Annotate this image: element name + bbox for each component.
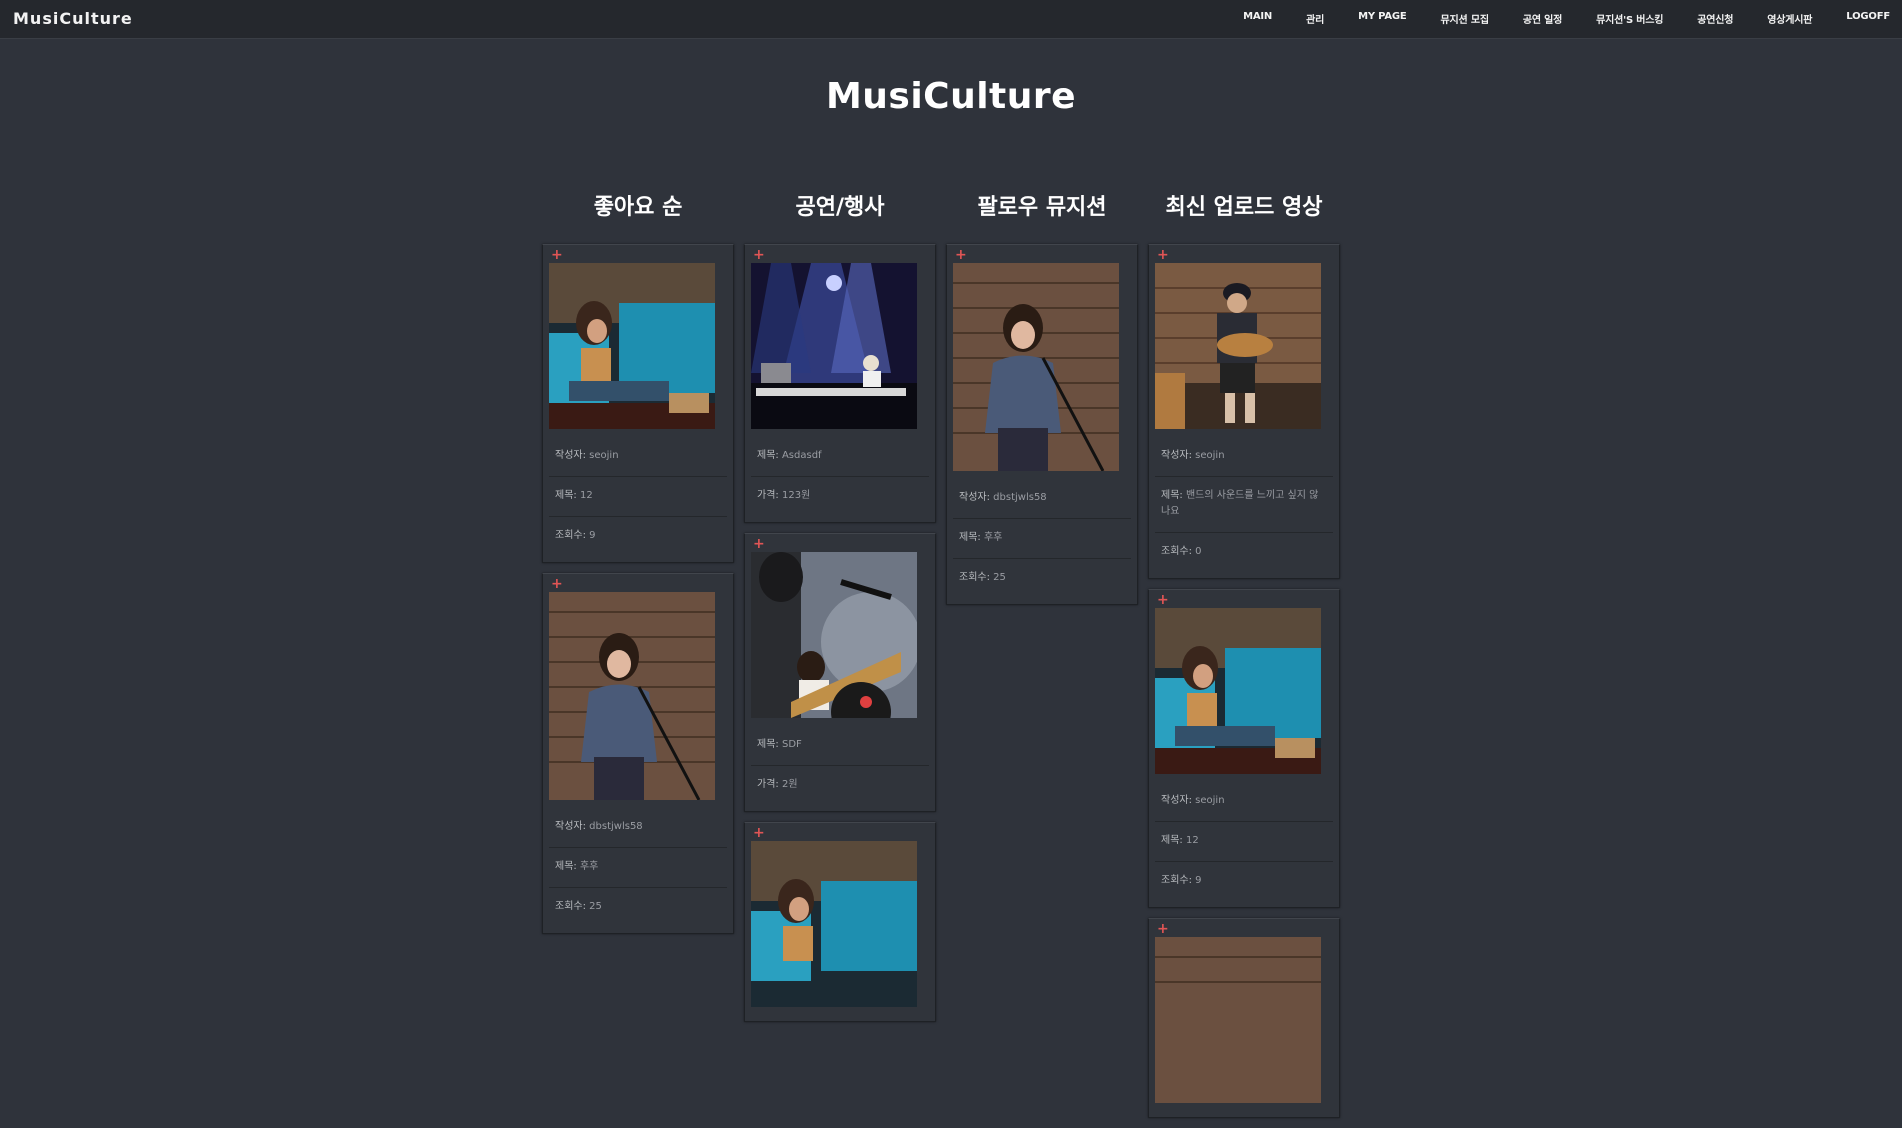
meta-author: 작성자: dbstjwls58 xyxy=(549,808,727,848)
meta-views: 조회수: 0 xyxy=(1161,546,1202,557)
meta-author: 작성자: seojin xyxy=(549,437,727,477)
meta-title: 제목: 12 xyxy=(1155,822,1333,862)
meta-title: 제목: 후후 xyxy=(953,519,1131,559)
column-followed-musicians: 팔로우 뮤지션 + 작성자: dbstjwls58 제목: 후후 조회수: 25 xyxy=(946,190,1138,615)
card[interactable]: + xyxy=(1148,918,1340,1118)
card[interactable]: + 작성자: dbstjwls58 제목: 후후 조회수: 25 xyxy=(542,573,734,934)
column-likes: 좋아요 순 + 작성자: seojin 제목: 12 조회수: 9 + 작성자:… xyxy=(542,190,734,944)
nav-busking[interactable]: 뮤지션'S 버스킹 xyxy=(1596,11,1663,26)
nav-links: MAIN 관리 MY PAGE 뮤지션 모집 공연 일정 뮤지션'S 버스킹 공… xyxy=(1243,11,1890,26)
meta-author: 작성자: seojin xyxy=(1155,437,1333,477)
meta-views: 조회수: 25 xyxy=(959,572,1006,583)
column-events: 공연/행사 + 제목: Asdasdf 가격: 123원 + 제목: SDF 가… xyxy=(744,190,936,1032)
plus-icon[interactable]: + xyxy=(751,826,929,840)
thumbnail-image[interactable] xyxy=(751,552,917,718)
card[interactable]: + 작성자: seojin 제목: 12 조회수: 9 xyxy=(542,244,734,563)
thumbnail-image[interactable] xyxy=(1155,263,1321,429)
meta-price: 가격: 2원 xyxy=(757,779,798,790)
top-nav: MusiCulture MAIN 관리 MY PAGE 뮤지션 모집 공연 일정… xyxy=(0,0,1902,39)
column-heading: 좋아요 순 xyxy=(593,195,683,220)
brand-logo[interactable]: MusiCulture xyxy=(13,9,133,28)
plus-icon[interactable]: + xyxy=(751,248,929,262)
meta-price: 가격: 123원 xyxy=(757,490,811,501)
card[interactable]: + 작성자: dbstjwls58 제목: 후후 조회수: 25 xyxy=(946,244,1138,605)
plus-icon[interactable]: + xyxy=(751,537,929,551)
meta-title: 제목: SDF xyxy=(751,726,929,766)
meta-author: 작성자: dbstjwls58 xyxy=(953,479,1131,519)
meta-title: 제목: 12 xyxy=(549,477,727,517)
nav-logoff[interactable]: LOGOFF xyxy=(1846,11,1890,26)
column-heading: 팔로우 뮤지션 xyxy=(977,195,1107,220)
column-heading: 최신 업로드 영상 xyxy=(1165,195,1323,220)
card[interactable]: + 제목: Asdasdf 가격: 123원 xyxy=(744,244,936,523)
plus-icon[interactable]: + xyxy=(1155,593,1333,607)
meta-title: 제목: 밴드의 사운드를 느끼고 싶지 않나요 xyxy=(1155,477,1333,533)
plus-icon[interactable]: + xyxy=(953,248,1131,262)
plus-icon[interactable]: + xyxy=(549,577,727,591)
meta-title: 제목: Asdasdf xyxy=(751,437,929,477)
thumbnail-image[interactable] xyxy=(549,592,715,800)
plus-icon[interactable]: + xyxy=(549,248,727,262)
plus-icon[interactable]: + xyxy=(1155,922,1333,936)
nav-performance-request[interactable]: 공연신청 xyxy=(1697,11,1733,26)
card[interactable]: + 작성자: seojin 제목: 12 조회수: 9 xyxy=(1148,589,1340,908)
nav-main[interactable]: MAIN xyxy=(1243,11,1272,26)
card[interactable]: + 제목: SDF 가격: 2원 xyxy=(744,533,936,812)
thumbnail-image[interactable] xyxy=(549,263,715,429)
meta-views: 조회수: 9 xyxy=(1161,875,1202,886)
thumbnail-image[interactable] xyxy=(1155,937,1321,1103)
column-latest-videos: 최신 업로드 영상 + 작성자: seojin 제목: 밴드의 사운드를 느끼고… xyxy=(1148,190,1340,1128)
meta-views: 조회수: 9 xyxy=(555,530,596,541)
meta-views: 조회수: 25 xyxy=(555,901,602,912)
nav-admin[interactable]: 관리 xyxy=(1306,11,1324,26)
page-title: MusiCulture xyxy=(825,76,1077,117)
meta-author: 작성자: seojin xyxy=(1155,782,1333,822)
nav-musician-recruit[interactable]: 뮤지션 모집 xyxy=(1441,11,1489,26)
nav-performance-schedule[interactable]: 공연 일정 xyxy=(1523,11,1562,26)
card[interactable]: + xyxy=(744,822,936,1022)
plus-icon[interactable]: + xyxy=(1155,248,1333,262)
nav-video-board[interactable]: 영상게시판 xyxy=(1767,11,1812,26)
card[interactable]: + 작성자: seojin 제목: 밴드의 사운드를 느끼고 싶지 않나요 조회… xyxy=(1148,244,1340,579)
thumbnail-image[interactable] xyxy=(953,263,1119,471)
thumbnail-image[interactable] xyxy=(751,263,917,429)
thumbnail-image[interactable] xyxy=(751,841,917,1007)
meta-title: 제목: 후후 xyxy=(549,848,727,888)
thumbnail-image[interactable] xyxy=(1155,608,1321,774)
column-heading: 공연/행사 xyxy=(795,195,885,220)
nav-my-page[interactable]: MY PAGE xyxy=(1358,11,1407,26)
